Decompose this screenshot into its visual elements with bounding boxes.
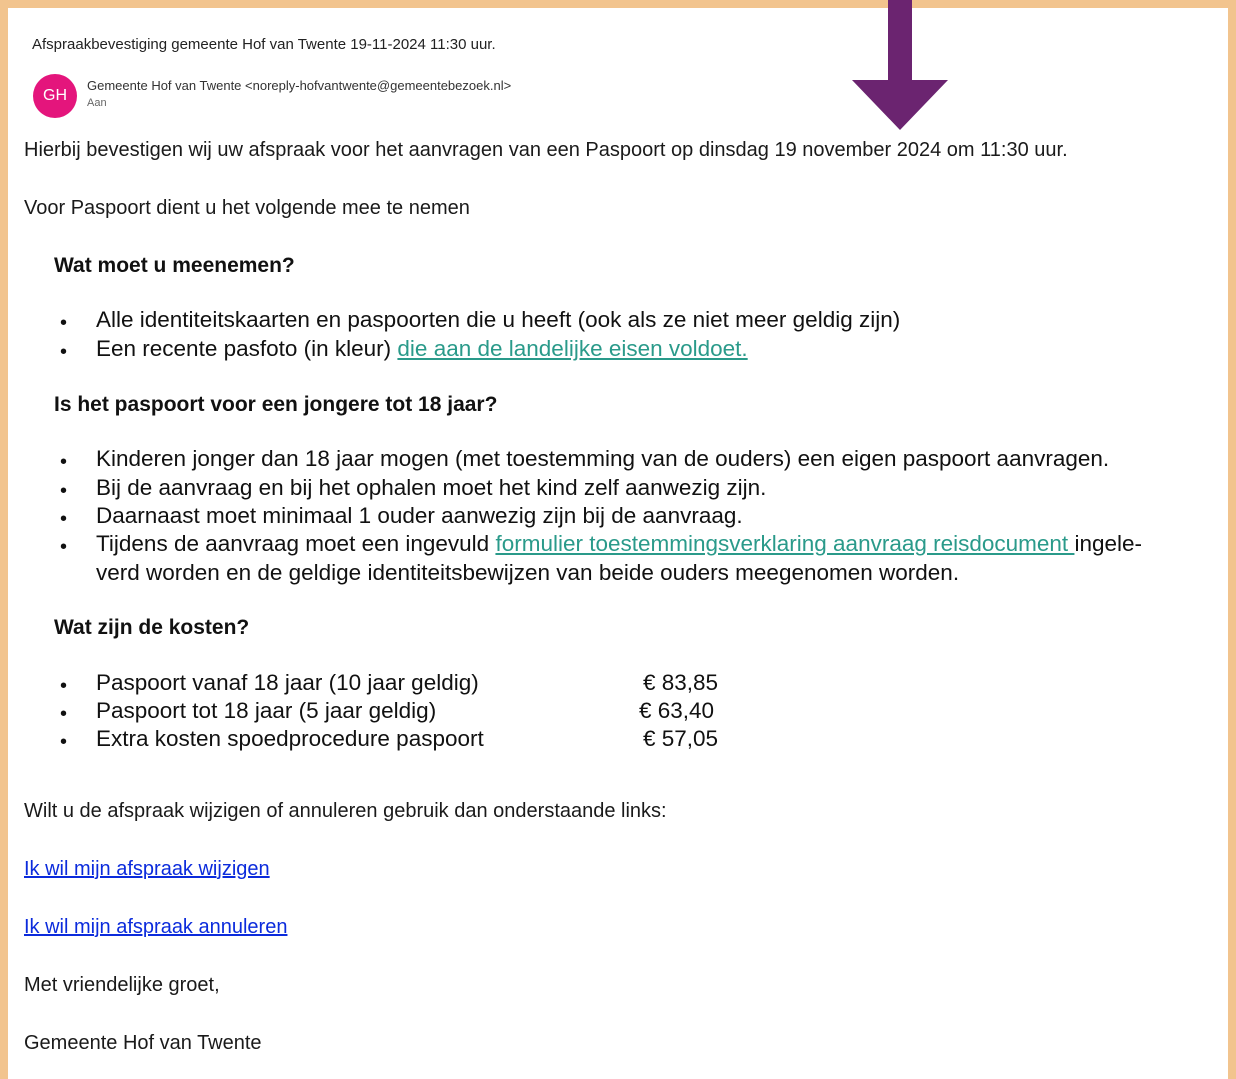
avatar-initials: GH [43, 87, 67, 104]
cost-price: € 57,05 [643, 726, 719, 751]
sender-avatar: GH [33, 74, 77, 118]
section-heading-costs: Wat zijn de kosten? [54, 616, 250, 639]
bullet: • [60, 536, 68, 558]
list-item-text: Tijdens de aanvraag moet een ingevuld [96, 531, 496, 556]
photo-requirements-link[interactable]: die aan de landelijke eisen voldoet. [397, 336, 747, 361]
list-item-text: ingele- [1074, 531, 1142, 556]
cost-label: Paspoort tot 18 jaar (5 jaar geldig) [96, 698, 437, 723]
change-appointment-link[interactable]: Ik wil mijn afspraak wijzigen [24, 858, 270, 881]
list-item-continuation: verd worden en de geldige identiteitsbew… [96, 560, 960, 585]
recipient-label: Aan [87, 97, 107, 109]
bullet: • [60, 480, 68, 502]
confirmation-text: Hierbij bevestigen wij uw afspraak voor … [24, 139, 1068, 161]
list-item: Alle identiteitskaarten en paspoorten di… [96, 307, 901, 332]
pointer-arrow-icon [852, 0, 948, 130]
list-item: Kinderen jonger dan 18 jaar mogen (met t… [96, 446, 1110, 471]
sender-address: Gemeente Hof van Twente <noreply-hofvant… [87, 78, 512, 93]
cost-label: Paspoort vanaf 18 jaar (10 jaar geldig) [96, 670, 479, 695]
bullet: • [60, 451, 68, 473]
list-item-text: Een recente pasfoto (in kleur) [96, 336, 398, 361]
cancel-appointment-link[interactable]: Ik wil mijn afspraak annuleren [24, 916, 287, 939]
bullet: • [60, 703, 68, 725]
bullet: • [60, 508, 68, 530]
bring-intro-text: Voor Paspoort dient u het volgende mee t… [24, 197, 470, 219]
list-item: Een recente pasfoto (in kleur) die aan d… [96, 336, 748, 362]
email-subject: Afspraakbevestiging gemeente Hof van Twe… [32, 36, 496, 53]
closing-text: Met vriendelijke groet, [24, 974, 220, 996]
bullet: • [60, 675, 68, 697]
list-item: Bij de aanvraag en bij het ophalen moet … [96, 475, 767, 500]
bullet: • [60, 312, 68, 334]
change-intro-text: Wilt u de afspraak wijzigen of annuleren… [24, 800, 667, 822]
section-heading-bring: Wat moet u meenemen? [54, 254, 295, 277]
list-item: Tijdens de aanvraag moet een ingevuld fo… [96, 531, 1142, 557]
list-item: Daarnaast moet minimaal 1 ouder aanwezig… [96, 503, 743, 528]
signature-text: Gemeente Hof van Twente [24, 1032, 262, 1054]
bullet: • [60, 731, 68, 753]
bullet: • [60, 341, 68, 363]
cost-label: Extra kosten spoedprocedure paspoort [96, 726, 484, 751]
cost-price: € 83,85 [643, 670, 719, 695]
section-heading-minors: Is het paspoort voor een jongere tot 18 … [54, 393, 498, 416]
consent-form-link[interactable]: formulier toestemmingsverklaring aanvraa… [495, 531, 1074, 556]
cost-price: € 63,40 [639, 698, 715, 723]
